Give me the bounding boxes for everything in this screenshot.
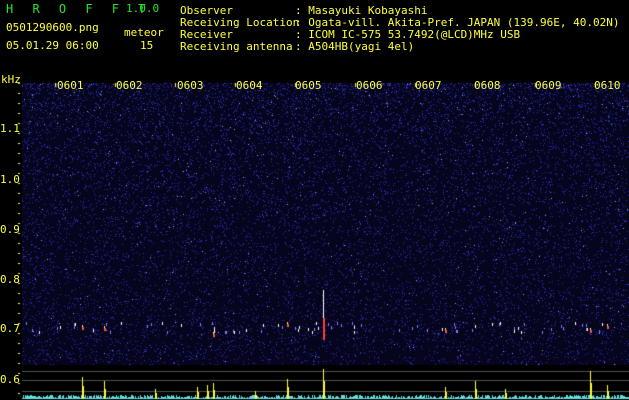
y-tick-label: 0.6	[0, 373, 20, 386]
spectrogram-plot	[0, 0, 629, 400]
meteor-count: 15	[140, 39, 154, 52]
y-tick-label: 0.9	[0, 223, 20, 236]
minute-label: 0608	[474, 79, 501, 92]
minute-label: 0602	[116, 79, 143, 92]
meteor-label: meteor	[124, 26, 164, 39]
antenna-label: Receiving antenna	[180, 40, 293, 53]
minute-label: 0609	[535, 79, 562, 92]
minute-label: 0607	[415, 79, 442, 92]
filename: 0501290600.png	[6, 21, 99, 34]
timestamp: 05.01.29 06:00	[6, 39, 99, 52]
y-tick-label: 0.8	[0, 273, 20, 286]
minute-label: 0601	[57, 79, 84, 92]
minute-label: 0610	[594, 79, 621, 92]
minute-label: 0604	[236, 79, 263, 92]
axis-unit-label: kHz	[1, 73, 21, 86]
y-tick-label: 0.7	[0, 322, 20, 335]
minute-label: 0605	[295, 79, 322, 92]
hrofft-spectrogram-window: H R O F F T 1.0.0 0501290600.png 05.01.2…	[0, 0, 629, 400]
minute-label: 0603	[177, 79, 204, 92]
antenna-value: : A504HB(yagi 4el)	[295, 40, 415, 53]
app-version: 1.0.0	[126, 2, 160, 15]
y-tick-label: 1.1	[0, 122, 20, 135]
y-tick-label: 1.0	[0, 173, 20, 186]
minute-label: 0606	[356, 79, 383, 92]
